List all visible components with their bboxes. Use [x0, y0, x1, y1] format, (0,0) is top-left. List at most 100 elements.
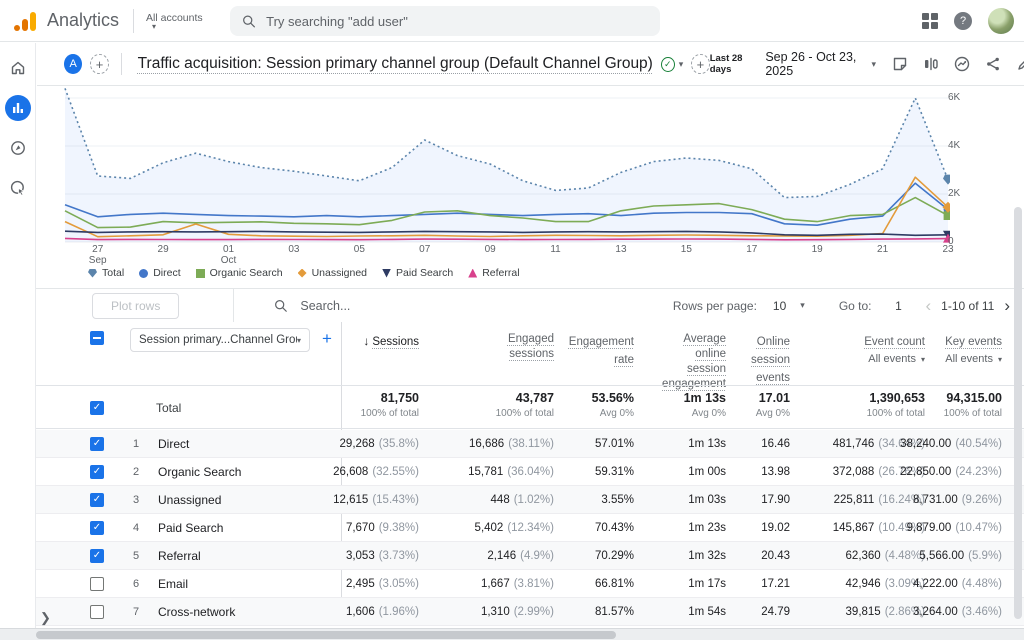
metric-value: 5,566.00(5.9%): [937, 542, 1014, 570]
diamond-marker-icon: [298, 269, 307, 278]
table-search[interactable]: [274, 299, 450, 313]
metric-value: 17.21: [738, 570, 802, 598]
chevron-down-icon: ▾: [297, 336, 301, 345]
channel-name: Paid Search: [158, 521, 223, 535]
x-axis-label: 21: [863, 244, 903, 255]
column-header-online-session-events[interactable]: Online session events: [738, 322, 802, 392]
sidebar-item-home[interactable]: [5, 55, 31, 81]
total-row-checkbox[interactable]: [90, 401, 104, 415]
column-header-average-online-session-engagement[interactable]: Average online session engagement: [646, 322, 738, 392]
column-header-event-count[interactable]: Event countAll events▾: [802, 322, 937, 392]
add-dimension-button[interactable]: +: [322, 329, 332, 349]
select-all-checkbox[interactable]: [90, 331, 104, 345]
row-checkbox[interactable]: [90, 577, 104, 591]
metric-value: 9,879.00(10.47%): [937, 514, 1014, 542]
previous-page-button[interactable]: ‹: [926, 296, 932, 316]
compare-icon[interactable]: [921, 54, 941, 74]
table-search-input[interactable]: [300, 299, 450, 313]
column-header-sessions[interactable]: ↓Sessions: [341, 322, 431, 392]
table-row-organic-search: 2Organic Search26,608(32.55%)15,781(36.0…: [36, 458, 1024, 486]
add-report-button[interactable]: +: [90, 54, 108, 74]
metric-value: 26,608(32.55%): [341, 458, 431, 486]
metric-value: 7,670(9.38%): [341, 514, 431, 542]
x-axis-label: 11: [536, 244, 576, 255]
x-axis-label: 07: [405, 244, 445, 255]
x-axis-label: 29: [143, 244, 183, 255]
user-avatar[interactable]: [988, 8, 1014, 34]
row-checkbox[interactable]: [90, 605, 104, 619]
metric-value: 1,667(3.81%): [431, 570, 566, 598]
row-number: 6: [114, 578, 158, 590]
row-number: 4: [114, 522, 158, 534]
metric-value: 1m 17s: [646, 570, 738, 598]
insights-icon[interactable]: [952, 54, 972, 74]
global-search-input[interactable]: [266, 14, 648, 29]
apps-grid-icon[interactable]: [922, 13, 938, 29]
explore-icon: [9, 139, 27, 157]
notes-icon[interactable]: [890, 54, 910, 74]
metric-value: 8,731.00(9.26%): [937, 486, 1014, 514]
go-to-input[interactable]: [888, 299, 910, 313]
sidebar-item-reports[interactable]: [5, 95, 31, 121]
dimension-selector[interactable]: Session primary...Channel Group) ▾: [130, 328, 310, 352]
edit-icon[interactable]: [1014, 54, 1024, 74]
chevron-down-icon[interactable]: ▾: [800, 300, 805, 311]
metric-value: 2,146(4.9%): [431, 542, 566, 570]
table-row-paid-search: 4Paid Search7,670(9.38%)5,402(12.34%)70.…: [36, 514, 1024, 542]
metric-value: 1m 32s: [646, 542, 738, 570]
vertical-scrollbar[interactable]: [1014, 207, 1022, 619]
legend-item-paid-search[interactable]: Paid Search: [382, 267, 453, 279]
go-to-label: Go to:: [839, 299, 872, 313]
x-axis-label: 13: [601, 244, 641, 255]
legend-label: Total: [102, 267, 124, 279]
metric-column-headers: ↓SessionsEngaged sessionsEngagement rate…: [341, 322, 1014, 385]
row-number: 5: [114, 550, 158, 562]
rows-per-page-value[interactable]: 10: [773, 299, 786, 313]
y-axis-label: 4K: [948, 140, 978, 151]
legend-item-direct[interactable]: Direct: [139, 267, 180, 279]
pentagon-marker-icon: [88, 269, 97, 278]
report-collection-badge[interactable]: A: [64, 54, 82, 74]
metric-value: 448(1.02%): [431, 486, 566, 514]
row-checkbox[interactable]: [90, 437, 104, 451]
share-icon[interactable]: [983, 54, 1003, 74]
row-checkbox[interactable]: [90, 493, 104, 507]
channel-name: Email: [158, 577, 188, 591]
metric-value: 22,850.00(24.23%): [937, 458, 1014, 486]
legend-item-total[interactable]: Total: [88, 267, 124, 279]
chevron-down-icon[interactable]: ▾: [679, 59, 684, 70]
legend-item-unassigned[interactable]: Unassigned: [298, 267, 367, 279]
report-saved-icon[interactable]: ✓: [661, 57, 675, 72]
header-divider: [121, 53, 122, 75]
sidebar-item-explore[interactable]: [5, 135, 31, 161]
column-header-engaged-sessions[interactable]: Engaged sessions: [431, 322, 566, 392]
horizontal-scrollbar-thumb[interactable]: [36, 631, 616, 639]
row-checkbox[interactable]: [90, 549, 104, 563]
reports-icon: [11, 101, 25, 115]
report-title[interactable]: Traffic acquisition: Session primary cha…: [138, 55, 653, 73]
column-header-engagement-rate[interactable]: Engagement rate: [566, 322, 646, 392]
metric-value: 2,495(3.05%): [341, 570, 431, 598]
row-checkbox[interactable]: [90, 521, 104, 535]
legend-item-organic-search[interactable]: Organic Search: [196, 267, 283, 279]
legend-item-referral[interactable]: Referral: [468, 267, 519, 279]
sidebar-item-advertising[interactable]: [5, 175, 31, 201]
global-search[interactable]: [230, 6, 660, 36]
account-switcher[interactable]: All accounts ▾: [146, 12, 203, 30]
analytics-logo-icon: [14, 10, 38, 32]
next-page-button[interactable]: ›: [1004, 296, 1010, 316]
row-number: 2: [114, 466, 158, 478]
column-header-key-events[interactable]: Key eventsAll events▾: [937, 322, 1014, 392]
channel-name: Referral: [158, 549, 201, 563]
help-icon[interactable]: ?: [954, 12, 972, 30]
plot-rows-button[interactable]: Plot rows: [92, 293, 179, 319]
chevron-down-icon[interactable]: ▾: [871, 59, 876, 70]
add-comparison-button[interactable]: +: [691, 54, 709, 74]
table-row-direct: 1Direct29,268(35.8%)16,686(38.11%)57.01%…: [36, 430, 1024, 458]
controls-divider: [233, 289, 234, 322]
expand-nav-chevron[interactable]: ❯: [40, 610, 51, 626]
traffic-chart[interactable]: [36, 86, 950, 246]
metric-value: 1,310(2.99%): [431, 598, 566, 626]
date-range-picker[interactable]: Sep 26 - Oct 23, 2025: [765, 50, 867, 78]
row-checkbox[interactable]: [90, 465, 104, 479]
